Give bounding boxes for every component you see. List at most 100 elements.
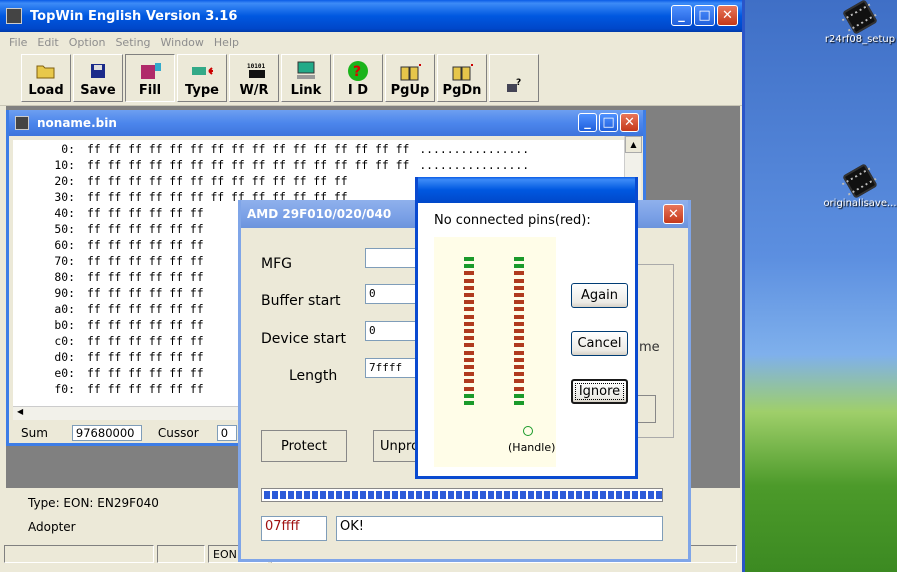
handle-label: (Handle)	[508, 441, 556, 454]
menu-edit[interactable]: Edit	[32, 36, 63, 49]
hex-address: 40:	[54, 206, 75, 220]
hex-address: c0:	[54, 334, 75, 348]
hex-maximize-button[interactable]: □	[599, 113, 618, 132]
document-icon	[15, 116, 29, 130]
write-read-button[interactable]: 10101 W/R	[229, 54, 279, 102]
id-button[interactable]: ? I D	[333, 54, 383, 102]
hex-address: 50:	[54, 222, 75, 236]
amd-close-button[interactable]: ✕	[663, 204, 684, 224]
hex-address: e0:	[54, 366, 75, 380]
hex-close-button[interactable]: ✕	[620, 113, 639, 132]
type-button[interactable]: Type	[177, 54, 227, 102]
progress-block	[552, 491, 558, 499]
hidden-button-edge[interactable]	[638, 395, 656, 423]
load-button[interactable]: Load	[21, 54, 71, 102]
pin-unconnected	[464, 285, 474, 290]
pin-unconnected	[464, 365, 474, 369]
chip-icon	[842, 0, 878, 35]
desktop-icon-save[interactable]: originalisave...	[820, 163, 897, 209]
hex-bytes: ff ff ff ff ff ff	[87, 334, 204, 348]
hex-row[interactable]: 10: ff ff ff ff ff ff ff ff ff ff ff ff f…	[13, 157, 625, 173]
progress-block	[320, 491, 326, 499]
pin-unconnected	[514, 293, 524, 297]
scroll-up-arrow-icon[interactable]: ▲	[625, 136, 642, 153]
hex-ascii: ................	[419, 142, 530, 156]
pin-unconnected	[464, 372, 474, 377]
pin-unconnected	[514, 307, 524, 312]
progress-block	[264, 491, 270, 499]
cancel-button[interactable]: Cancel	[571, 331, 628, 356]
buffer-start-label: Buffer start	[261, 293, 341, 309]
hex-bytes: ff ff ff ff ff ff ff ff ff ff ff ff ff f…	[87, 142, 410, 156]
pin-unconnected	[514, 321, 524, 326]
hex-titlebar[interactable]: noname.bin _ □ ✕	[9, 110, 643, 136]
pin-unconnected	[514, 386, 524, 391]
hex-bytes: ff ff ff ff ff ff	[87, 254, 204, 268]
pin-unconnected	[464, 386, 474, 391]
maximize-button[interactable]: □	[694, 5, 715, 26]
hex-bytes: ff ff ff ff ff ff	[87, 366, 204, 380]
pin-ok	[514, 264, 524, 269]
progress-block	[496, 491, 502, 499]
pin-ok	[464, 257, 474, 261]
progress-block	[296, 491, 302, 499]
svg-text:10101: 10101	[247, 63, 265, 70]
desktop-icon-label: r24rf08_setup	[824, 34, 896, 45]
progress-block	[368, 491, 374, 499]
progress-block	[400, 491, 406, 499]
ignore-button[interactable]: Ignore	[571, 379, 628, 404]
progress-block	[312, 491, 318, 499]
desktop-icon-setup[interactable]: r24rf08_setup	[820, 0, 897, 45]
sum-label: Sum	[21, 426, 48, 440]
progress-block	[384, 491, 390, 499]
hex-ascii: ................	[419, 158, 530, 172]
again-button[interactable]: Again	[571, 283, 628, 308]
hex-address: b0:	[54, 318, 75, 332]
device-start-label: Device start	[261, 331, 346, 347]
status-pane-2	[157, 545, 205, 563]
hex-bytes: ff ff ff ff ff ff	[87, 286, 204, 300]
address-field[interactable]: 07ffff	[261, 516, 327, 541]
fill-button[interactable]: Fill	[125, 54, 175, 102]
question-id-icon: ?	[347, 61, 369, 81]
desktop-icon-label: originalisave...	[823, 198, 897, 209]
pins-titlebar[interactable]	[418, 177, 635, 203]
hex-minimize-button[interactable]: _	[578, 113, 597, 132]
main-titlebar[interactable]: TopWin English Version 3.16 _ □ ✕	[0, 0, 742, 32]
menu-file[interactable]: File	[4, 36, 32, 49]
group-label-fragment: me	[639, 340, 660, 355]
menu-option[interactable]: Option	[64, 36, 111, 49]
progress-block	[392, 491, 398, 499]
pin-unconnected	[514, 350, 524, 355]
close-button[interactable]: ✕	[717, 5, 738, 26]
link-button[interactable]: Link	[281, 54, 331, 102]
pin-unconnected	[464, 278, 474, 283]
pin-unconnected	[464, 336, 474, 341]
page-up-button[interactable]: PgUp	[385, 54, 435, 102]
save-button[interactable]: Save	[73, 54, 123, 102]
progress-block	[272, 491, 278, 499]
svg-text:?: ?	[516, 78, 521, 88]
menu-help[interactable]: Help	[209, 36, 244, 49]
key-button[interactable]: ?	[489, 54, 539, 102]
menu-seting[interactable]: Seting	[110, 36, 155, 49]
menu-window[interactable]: Window	[156, 36, 209, 49]
hex-address: f0:	[54, 382, 75, 396]
hex-row[interactable]: 0: ff ff ff ff ff ff ff ff ff ff ff ff ff…	[13, 141, 625, 157]
progress-block	[512, 491, 518, 499]
progress-block	[592, 491, 598, 499]
handle-marker-icon	[523, 426, 533, 436]
pin-unconnected	[514, 372, 524, 377]
adopter-text: Adopter	[28, 520, 76, 534]
page-down-label: PgDn	[442, 83, 482, 98]
progress-block	[560, 491, 566, 499]
page-down-button[interactable]: PgDn	[437, 54, 487, 102]
progress-block	[616, 491, 622, 499]
fill-label: Fill	[138, 83, 162, 98]
protect-button[interactable]: Protect	[261, 430, 347, 462]
minimize-button[interactable]: _	[671, 5, 692, 26]
progress-block	[656, 491, 662, 499]
page-up-label: PgUp	[390, 83, 430, 98]
progress-block	[352, 491, 358, 499]
chip-type-icon	[191, 61, 213, 81]
